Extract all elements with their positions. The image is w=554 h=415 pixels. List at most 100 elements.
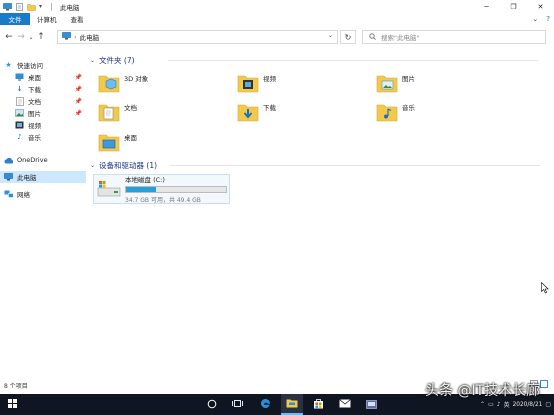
sidebar-item-videos[interactable]: 视频 bbox=[0, 119, 86, 131]
search-icon bbox=[369, 32, 376, 42]
downloads-folder-icon bbox=[237, 101, 259, 123]
documents-folder-icon bbox=[98, 101, 120, 123]
sidebar-item-music[interactable]: ♪ 音乐 bbox=[0, 131, 86, 143]
sidebar-item-network[interactable]: 网络 bbox=[0, 188, 86, 200]
large-icons-view-button[interactable] bbox=[540, 380, 548, 388]
notification-icon[interactable]: ▢ bbox=[545, 401, 551, 408]
tab-file[interactable]: 文件 bbox=[0, 13, 30, 25]
address-bar[interactable]: › 此电脑 ⌄ bbox=[57, 30, 338, 44]
maximize-button[interactable]: ❐ bbox=[500, 0, 527, 13]
clock-date[interactable]: 2020/8/21 bbox=[513, 402, 543, 408]
ribbon-tabs: 文件 计算机 查看 ⌄ ? bbox=[0, 13, 554, 25]
new-folder-icon[interactable] bbox=[27, 3, 36, 11]
pin-icon: 📌 bbox=[74, 109, 82, 117]
recent-locations-button[interactable]: ⌄ bbox=[27, 30, 35, 44]
maximize-icon: ❐ bbox=[510, 2, 517, 11]
devices-group-header[interactable]: ⌄ 设备和驱动器 (1) bbox=[90, 160, 540, 171]
folder-pictures[interactable]: 图片 bbox=[376, 69, 506, 97]
download-icon: ↓ bbox=[16, 85, 23, 93]
task-view-button[interactable] bbox=[226, 394, 248, 415]
sidebar-item-label: 快速访问 bbox=[17, 62, 43, 70]
navigation-pane: ★ 快速访问 桌面 📌 ↓ 下载 📌 文档 📌 图片 📌 视频 ♪ 音乐 One… bbox=[0, 56, 88, 376]
tab-computer[interactable]: 计算机 bbox=[30, 13, 64, 25]
drive-c[interactable]: 本地磁盘 (C:) 34.7 GB 可用，共 49.4 GB bbox=[93, 174, 230, 204]
volume-icon[interactable]: ♪ bbox=[497, 401, 501, 408]
watermark-text: 头条 @IT技术长廊 bbox=[425, 383, 541, 399]
mail-taskbar-button[interactable] bbox=[334, 394, 356, 415]
back-button[interactable]: ← bbox=[3, 30, 15, 44]
minimize-button[interactable]: ─ bbox=[473, 0, 500, 13]
breadcrumb-separator: › bbox=[74, 33, 77, 41]
folder-videos[interactable]: 视频 bbox=[237, 69, 367, 97]
sidebar-item-desktop[interactable]: 桌面 📌 bbox=[0, 71, 86, 83]
folder-label: 文档 bbox=[124, 104, 137, 112]
windows-logo-icon bbox=[7, 399, 17, 410]
network-status-icon[interactable]: ▭ bbox=[488, 401, 494, 408]
chevron-down-icon: ⌄ bbox=[90, 162, 96, 169]
show-hidden-icons-icon[interactable]: ⌃ bbox=[480, 401, 485, 408]
folder-label: 音乐 bbox=[402, 104, 415, 112]
chevron-down-icon: ⌄ bbox=[90, 57, 96, 64]
folder-documents[interactable]: 文档 bbox=[98, 98, 228, 126]
group-divider bbox=[170, 165, 540, 166]
input-language-indicator[interactable]: 英 bbox=[504, 400, 510, 409]
music-folder-icon bbox=[376, 101, 398, 123]
folder-desktop[interactable]: 桌面 bbox=[98, 128, 228, 156]
sidebar-item-label: 此电脑 bbox=[17, 174, 37, 182]
folder-3d-objects[interactable]: 3D 对象 bbox=[98, 69, 228, 97]
sidebar-item-this-pc[interactable]: 此电脑 bbox=[0, 171, 86, 183]
file-explorer-icon bbox=[286, 398, 298, 410]
folder-label: 3D 对象 bbox=[124, 75, 149, 83]
mail-icon bbox=[339, 399, 351, 410]
store-bag-icon bbox=[313, 398, 324, 411]
properties-icon[interactable] bbox=[15, 2, 24, 11]
sidebar-item-downloads[interactable]: ↓ 下载 📌 bbox=[0, 83, 86, 95]
picture-icon bbox=[15, 109, 24, 118]
folder-label: 下载 bbox=[263, 104, 276, 112]
pictures-folder-icon bbox=[376, 72, 398, 94]
up-button[interactable]: ↑ bbox=[35, 30, 47, 44]
hard-drive-icon bbox=[97, 179, 121, 199]
sidebar-item-onedrive[interactable]: OneDrive bbox=[0, 154, 86, 166]
folder-music[interactable]: 音乐 bbox=[376, 98, 506, 126]
drive-usage-fill bbox=[126, 187, 156, 192]
title-bar: ▾ 此电脑 ─ ❐ ✕ bbox=[0, 0, 554, 13]
sidebar-item-documents[interactable]: 文档 📌 bbox=[0, 95, 86, 107]
sidebar-item-label: 网络 bbox=[17, 191, 30, 199]
address-dropdown-icon[interactable]: ⌄ bbox=[328, 32, 333, 39]
store-taskbar-button[interactable] bbox=[307, 394, 329, 415]
breadcrumb-this-pc[interactable]: 此电脑 bbox=[80, 32, 100, 42]
sidebar-item-pictures[interactable]: 图片 📌 bbox=[0, 107, 86, 119]
sidebar-item-label: 文档 bbox=[28, 98, 41, 106]
file-explorer-taskbar-button[interactable] bbox=[281, 394, 303, 415]
sidebar-item-label: 音乐 bbox=[28, 134, 41, 142]
folders-group-header[interactable]: ⌄ 文件夹 (7) bbox=[90, 55, 538, 66]
minimize-icon: ─ bbox=[484, 2, 489, 11]
help-button[interactable]: ? bbox=[546, 15, 550, 23]
search-input[interactable]: 搜索"此电脑" bbox=[381, 32, 419, 42]
edge-taskbar-button[interactable] bbox=[254, 394, 276, 415]
sidebar-item-quick-access[interactable]: ★ 快速访问 bbox=[0, 59, 86, 71]
expand-ribbon-icon[interactable]: ⌄ bbox=[532, 15, 538, 23]
title-divider bbox=[51, 2, 52, 11]
tab-view[interactable]: 查看 bbox=[64, 13, 91, 25]
start-button[interactable] bbox=[0, 394, 24, 415]
sidebar-item-label: 桌面 bbox=[28, 74, 41, 82]
customize-dropdown-icon[interactable]: ▾ bbox=[39, 3, 45, 11]
forward-arrow-icon: → bbox=[17, 32, 25, 42]
computer-icon bbox=[4, 173, 13, 182]
close-button[interactable]: ✕ bbox=[527, 0, 554, 13]
edge-icon bbox=[260, 398, 271, 411]
app-taskbar-button[interactable] bbox=[361, 394, 383, 415]
search-taskbar-button[interactable] bbox=[201, 394, 223, 415]
drive-name: 本地磁盘 (C:) bbox=[125, 176, 165, 184]
navigation-bar: ← → ⌄ ↑ › 此电脑 ⌄ ↻ 搜索"此电脑" bbox=[0, 28, 554, 46]
document-icon bbox=[15, 96, 24, 106]
mouse-cursor-icon bbox=[541, 281, 549, 296]
refresh-button[interactable]: ↻ bbox=[340, 30, 356, 44]
folder-label: 图片 bbox=[402, 75, 415, 83]
pin-icon: 📌 bbox=[74, 73, 82, 81]
search-box[interactable]: 搜索"此电脑" bbox=[362, 30, 546, 44]
forward-button[interactable]: → bbox=[15, 30, 27, 44]
folder-downloads[interactable]: 下载 bbox=[237, 98, 367, 126]
